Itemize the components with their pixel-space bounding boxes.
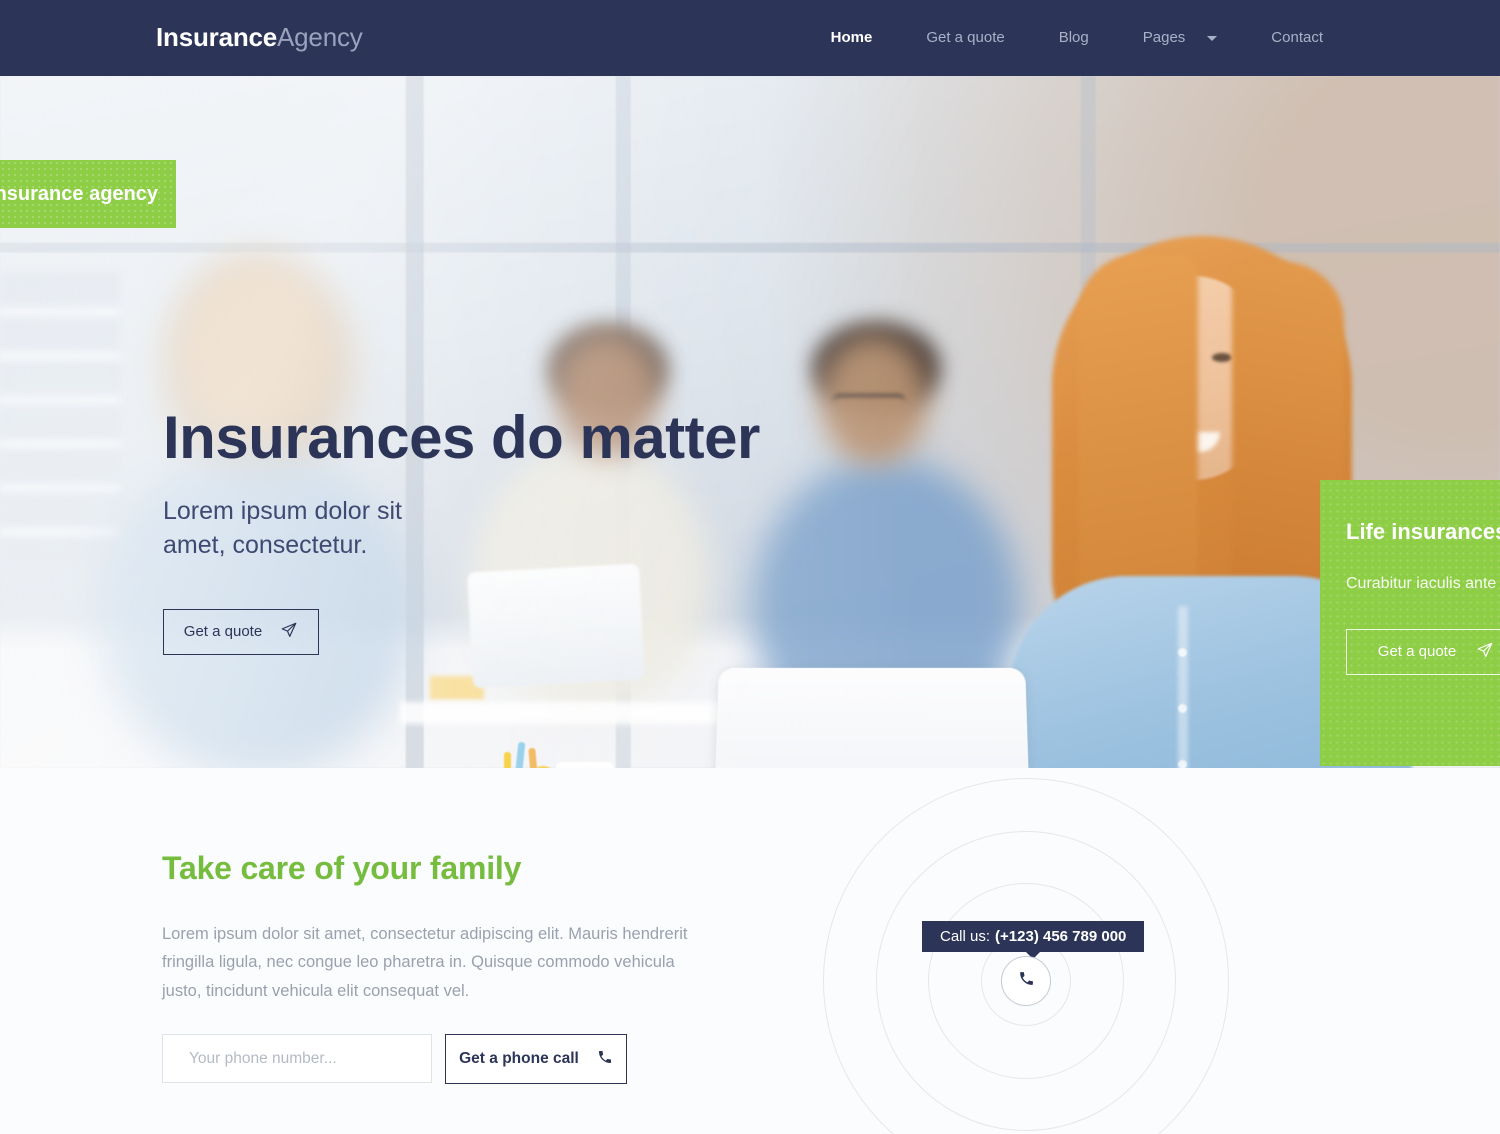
site-logo[interactable]: InsuranceAgency — [156, 22, 363, 53]
logo-text-strong: Insurance — [156, 22, 278, 52]
page-root: InsuranceAgency Home Get a quote Blog Pa… — [0, 0, 1500, 1134]
side-panel-text: Curabitur iaculis ante vulputate sollici… — [1346, 575, 1500, 593]
logo-text-light: Agency — [277, 22, 363, 52]
pen-yellow — [504, 752, 511, 768]
hero-content: Insurances do matter Lorem ipsum dolor s… — [163, 406, 760, 655]
main-navigation: Home Get a quote Blog Pages Contact — [804, 0, 1350, 76]
section-paragraph: Lorem ipsum dolor sit amet, consectetur … — [162, 925, 688, 1000]
nav-label-get-a-quote: Get a quote — [926, 29, 1005, 46]
nav-item-get-a-quote[interactable]: Get a quote — [899, 0, 1031, 76]
hero-get-a-quote-button[interactable]: Get a quote — [163, 608, 319, 655]
hero-category-tag-label: Insurance agency — [0, 182, 158, 205]
phone-icon — [1018, 970, 1035, 992]
side-panel-get-a-quote-button[interactable]: Get a quote — [1346, 628, 1500, 675]
office-shelf-decoration — [0, 272, 120, 562]
paper-plane-icon — [1476, 641, 1494, 663]
foreground-woman-eye-right — [1212, 353, 1232, 362]
hero-section: Insurance agency Insurances do matter Lo… — [0, 76, 1500, 768]
nav-item-home[interactable]: Home — [804, 0, 900, 76]
nav-label-contact: Contact — [1271, 29, 1323, 46]
shirt-button-two — [1178, 704, 1187, 713]
paper-plane-icon — [280, 621, 298, 643]
phone-icon — [597, 1049, 613, 1070]
person-middle-two-glasses — [832, 394, 906, 410]
nav-label-blog: Blog — [1058, 29, 1089, 46]
shirt-button-one — [1178, 648, 1187, 657]
side-panel-get-a-quote-label: Get a quote — [1377, 643, 1457, 661]
call-us-tooltip: Call us: (+123) 456 789 000 — [922, 921, 1145, 952]
hero-title: Insurances do matter — [163, 404, 760, 471]
chevron-down-icon — [1207, 35, 1218, 41]
nav-label-pages: Pages — [1142, 29, 1186, 46]
nav-item-blog[interactable]: Blog — [1032, 0, 1116, 76]
nav-label-home: Home — [830, 29, 873, 46]
hero-side-promo-panel: Life insurances for your family Curabitu… — [1320, 480, 1500, 766]
nav-item-pages[interactable]: Pages — [1116, 0, 1245, 76]
call-us-label: Call us: — [940, 928, 991, 945]
section-title: Take care of your family — [162, 850, 522, 886]
nav-item-contact[interactable]: Contact — [1244, 0, 1350, 76]
side-panel-title: Life insurances for your family — [1346, 519, 1500, 544]
get-a-phone-call-label: Get a phone call — [459, 1050, 579, 1067]
laptop-foreground — [713, 667, 1031, 768]
phone-number-input[interactable] — [162, 1034, 432, 1083]
call-us-number: (+123) 456 789 000 — [995, 928, 1127, 945]
call-action-button[interactable] — [1001, 956, 1051, 1006]
get-a-phone-call-button[interactable]: Get a phone call — [445, 1034, 627, 1084]
hero-subtitle: Lorem ipsum dolor sit amet, consectetur. — [163, 497, 402, 559]
foreground-woman-shirt-placket — [1178, 606, 1188, 768]
site-header: InsuranceAgency Home Get a quote Blog Pa… — [0, 0, 1500, 76]
hero-get-a-quote-label: Get a quote — [183, 623, 263, 640]
hero-category-tag: Insurance agency — [0, 160, 176, 228]
shirt-button-three — [1178, 760, 1187, 768]
